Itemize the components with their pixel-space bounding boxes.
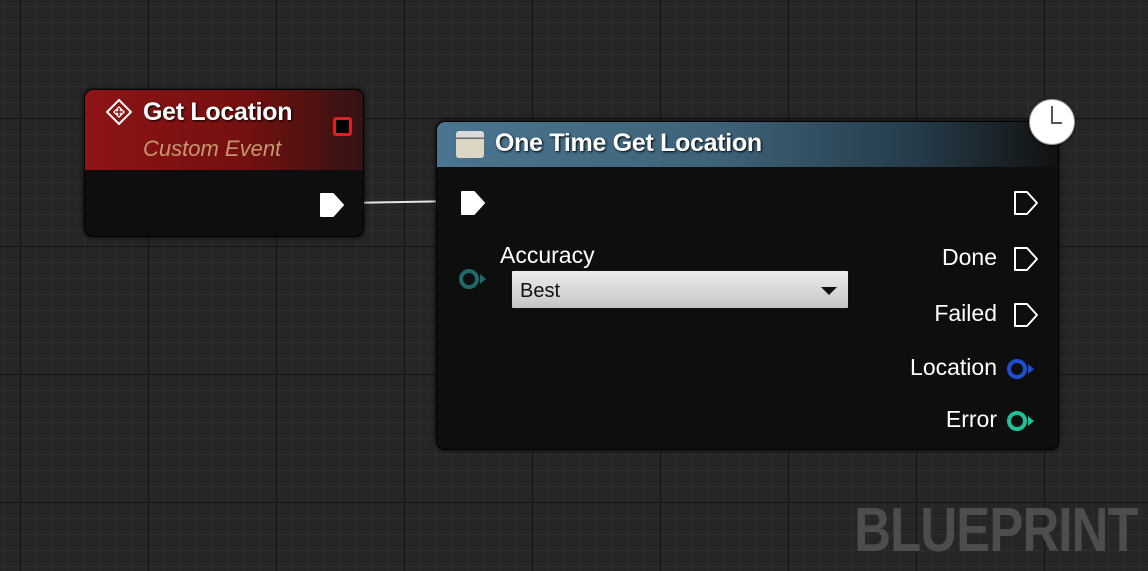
error-pin-label: Error <box>945 406 997 432</box>
event-node-title: Get Location <box>143 98 293 126</box>
delegate-output-pin[interactable] <box>333 117 352 136</box>
error-output-pin[interactable] <box>1005 409 1039 433</box>
failed-exec-pin[interactable] <box>1012 301 1040 329</box>
blueprint-graph-canvas[interactable]: Get Location Custom Event One Time Get L… <box>0 0 1148 571</box>
exec-output-pin[interactable] <box>1012 189 1040 217</box>
accuracy-input-pin[interactable] <box>457 267 491 291</box>
accuracy-pin-label: Accuracy <box>500 242 595 268</box>
event-node-header[interactable]: Get Location Custom Event <box>85 90 363 170</box>
done-pin-label: Done <box>942 244 997 270</box>
event-exec-output-pin[interactable] <box>318 191 346 219</box>
custom-event-node[interactable]: Get Location Custom Event <box>84 89 364 237</box>
call-node-title: One Time Get Location <box>495 129 762 157</box>
function-icon <box>456 131 484 158</box>
done-exec-pin[interactable] <box>1012 245 1040 273</box>
failed-pin-label: Failed <box>934 300 997 326</box>
event-node-subtitle: Custom Event <box>143 136 282 161</box>
accuracy-dropdown[interactable]: Best <box>511 270 849 309</box>
clock-hand <box>1051 122 1062 124</box>
clock-hand <box>1051 106 1053 123</box>
one-time-get-location-node[interactable]: One Time Get Location Done Failed Accura… <box>436 121 1059 450</box>
call-node-header[interactable]: One Time Get Location <box>437 122 1058 167</box>
location-pin-label: Location <box>910 354 997 380</box>
exec-input-pin[interactable] <box>459 189 487 217</box>
accuracy-selected-value: Best <box>520 280 561 302</box>
clock-icon <box>1029 99 1075 145</box>
location-output-pin[interactable] <box>1005 357 1039 381</box>
blueprint-watermark: BLUEPRINT <box>854 496 1138 565</box>
chevron-down-icon <box>821 287 837 295</box>
event-diamond-icon <box>106 99 132 125</box>
